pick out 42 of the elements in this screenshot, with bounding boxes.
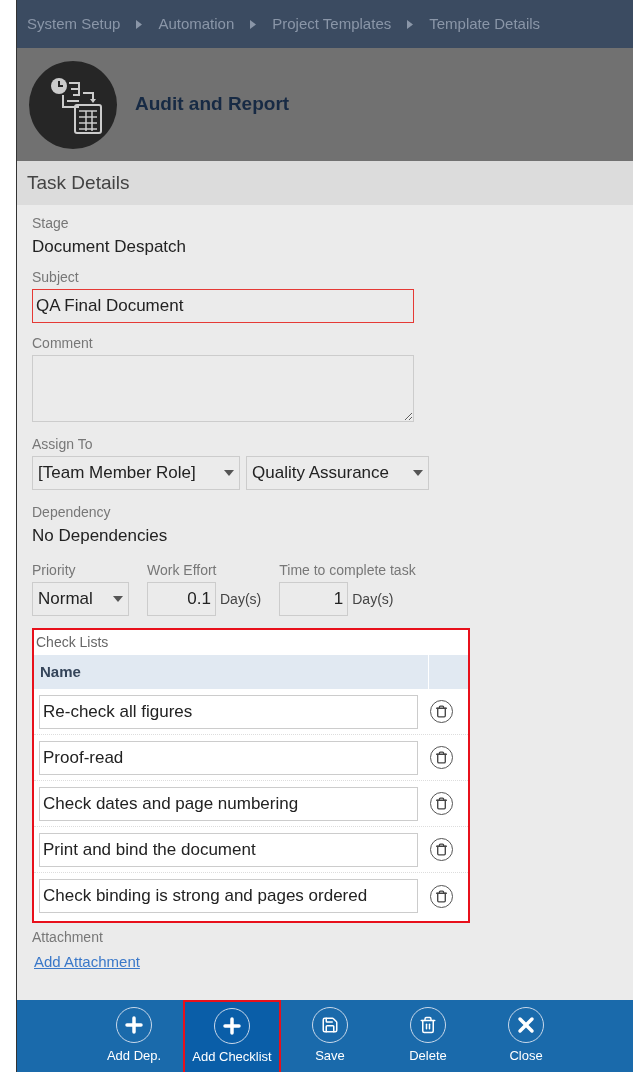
subject-field[interactable]: QA Final Document	[32, 289, 414, 323]
checklist-item-field[interactable]: Re-check all figures	[39, 694, 418, 729]
section-header: Task Details	[17, 161, 633, 205]
chevron-icon	[136, 19, 143, 29]
unit-label: Day(s)	[220, 589, 262, 609]
field-label: Priority	[32, 561, 77, 580]
number-field[interactable]: 0.1	[147, 582, 216, 616]
column-header: Name	[34, 655, 428, 689]
dropdown[interactable]: Quality Assurance	[246, 456, 429, 490]
caret-icon	[413, 470, 423, 476]
toolbar-button[interactable]: Close	[477, 1000, 575, 1072]
toolbar-button[interactable]: Add Dep.	[85, 1000, 183, 1072]
field-label: Comment	[32, 334, 94, 353]
field-label: Dependency	[32, 503, 112, 522]
dropdown[interactable]: Normal	[32, 582, 129, 616]
field-label: Stage	[32, 214, 70, 233]
toolbar-button[interactable]: Save	[281, 1000, 379, 1072]
chevron-icon	[250, 19, 257, 29]
dependency-value: No Dependencies	[32, 525, 169, 547]
field-label: Attachment	[32, 928, 104, 947]
toolbar-button[interactable]: Add Checklist	[183, 1000, 281, 1072]
checklist-item-field[interactable]: Check dates and page numbering	[39, 786, 418, 821]
add-attachment-link[interactable]: Add Attachment	[34, 951, 140, 974]
template-title: Audit and Report	[135, 92, 290, 117]
field-label: Work Effort	[147, 561, 218, 580]
comment-field[interactable]	[32, 355, 414, 422]
stage-value: Document Despatch	[32, 236, 188, 258]
caret-icon	[113, 596, 123, 602]
checklist-item-field[interactable]: Check binding is strong and pages ordered	[39, 879, 418, 913]
checklist-item-field[interactable]: Proof-read	[39, 740, 418, 775]
workflow-icon	[29, 60, 117, 149]
number-field[interactable]: 1	[279, 582, 349, 616]
field-label: Time to complete task	[279, 561, 416, 580]
caret-icon	[224, 470, 234, 476]
field-label: Subject	[32, 268, 80, 287]
unit-label: Day(s)	[352, 589, 394, 609]
field-label: Assign To	[32, 435, 94, 454]
toolbar-button[interactable]: Delete	[379, 1000, 477, 1072]
checklist-item-field[interactable]: Print and bind the document	[39, 832, 418, 867]
chevron-icon	[407, 19, 414, 29]
dropdown[interactable]: [Team Member Role]	[32, 456, 240, 490]
checklist-label: Check Lists	[35, 633, 110, 652]
